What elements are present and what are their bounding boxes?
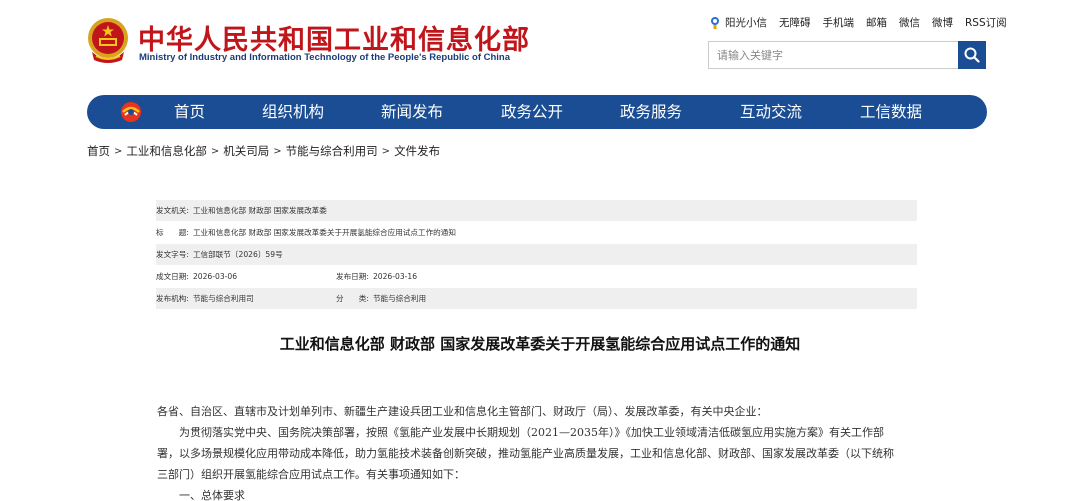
top-link-sunshine[interactable]: 阳光小信 xyxy=(725,15,767,30)
top-link-rss[interactable]: RSS订阅 xyxy=(965,15,1007,30)
article-paragraph-line-2: 署，以多场景规模化应用带动成本降低，助力氢能技术装备创新突破，推动氢能产业高质量… xyxy=(157,447,894,460)
breadcrumb-separator-icon: > xyxy=(114,145,123,157)
search-input[interactable] xyxy=(709,42,958,68)
breadcrumb-separator-icon: > xyxy=(273,145,282,157)
search-button[interactable] xyxy=(958,41,986,69)
meta-created-label: 成文日期: xyxy=(156,272,189,281)
meta-published-cell: 发布日期: 2026-03-16 xyxy=(336,271,417,282)
nav-organization[interactable]: 组织机构 xyxy=(262,95,324,129)
breadcrumb-ministry[interactable]: 工业和信息化部 xyxy=(126,143,207,159)
breadcrumb-departments[interactable]: 机关司局 xyxy=(223,143,269,159)
nav-gov-services[interactable]: 政务服务 xyxy=(620,95,682,129)
miit-logo-icon xyxy=(121,102,141,122)
article-heading-1: 一、总体要求 xyxy=(179,489,245,501)
meta-category-cell: 分 类: 节能与综合利用 xyxy=(336,293,426,304)
meta-org-label: 发布机构: xyxy=(156,294,189,303)
meta-issuer-label: 发文机关: xyxy=(156,206,189,215)
top-links: 阳光小信 无障碍 手机端 邮箱 微信 微博 RSS订阅 xyxy=(709,15,1007,30)
breadcrumb-documents[interactable]: 文件发布 xyxy=(394,143,440,159)
meta-row-docno: 发文字号: 工信部联节〔2026〕59号 xyxy=(156,244,917,266)
meta-published-label: 发布日期: xyxy=(336,272,369,281)
meta-title-value: 工业和信息化部 财政部 国家发展改革委关于开展氢能综合应用试点工作的通知 xyxy=(192,228,456,237)
meta-created-cell: 成文日期: 2026-03-06 xyxy=(156,271,336,282)
meta-row-org: 发布机构: 节能与综合利用司 分 类: 节能与综合利用 xyxy=(156,288,917,310)
meta-row-dates: 成文日期: 2026-03-06 发布日期: 2026-03-16 xyxy=(156,266,917,288)
nav-gov-affairs[interactable]: 政务公开 xyxy=(501,95,563,129)
search-box xyxy=(708,41,958,69)
nav-news[interactable]: 新闻发布 xyxy=(381,95,443,129)
meta-issuer-value: 工业和信息化部 财政部 国家发展改革委 xyxy=(192,206,327,215)
meta-docno-value: 工信部联节〔2026〕59号 xyxy=(192,250,283,259)
site-subtitle: Ministry of Industry and Information Tec… xyxy=(139,52,511,63)
article-salutation: 各省、自治区、直辖市及计划单列市、新疆生产建设兵团工业和信息化主管部门、财政厅（… xyxy=(157,405,768,418)
meta-category-label: 分 类: xyxy=(336,294,369,303)
sunshine-mascot-icon xyxy=(711,17,719,29)
meta-row-title: 标 题: 工业和信息化部 财政部 国家发展改革委关于开展氢能综合应用试点工作的通… xyxy=(156,222,917,244)
nav-home[interactable]: 首页 xyxy=(174,95,205,129)
top-link-mail[interactable]: 邮箱 xyxy=(866,15,887,30)
article-title: 工业和信息化部 财政部 国家发展改革委关于开展氢能综合应用试点工作的通知 xyxy=(279,335,801,353)
top-link-mobile[interactable]: 手机端 xyxy=(823,15,855,30)
main-nav: 首页 组织机构 新闻发布 政务公开 政务服务 互动交流 工信数据 xyxy=(87,95,987,129)
national-emblem-logo xyxy=(88,18,128,63)
article-paragraph-line-1: 为贯彻落实党中央、国务院决策部署，按照《氢能产业发展中长期规划（2021—203… xyxy=(179,426,884,439)
nav-data[interactable]: 工信数据 xyxy=(860,95,922,129)
breadcrumb-home[interactable]: 首页 xyxy=(87,143,110,159)
breadcrumb-separator-icon: > xyxy=(210,145,220,157)
meta-published-value: 2026-03-16 xyxy=(372,272,418,281)
meta-docno-label: 发文字号: xyxy=(156,250,189,259)
meta-title-label: 标 题: xyxy=(156,228,189,237)
nav-interaction[interactable]: 互动交流 xyxy=(740,95,802,129)
meta-row-issuer: 发文机关: 工业和信息化部 财政部 国家发展改革委 xyxy=(156,200,917,222)
breadcrumb-energy-dept[interactable]: 节能与综合利用司 xyxy=(286,143,378,159)
breadcrumb-separator-icon: > xyxy=(381,145,391,157)
meta-category-value: 节能与综合利用 xyxy=(372,294,427,303)
meta-org-cell: 发布机构: 节能与综合利用司 xyxy=(156,293,336,304)
meta-created-value: 2026-03-06 xyxy=(192,272,238,281)
top-link-wechat[interactable]: 微信 xyxy=(899,15,920,30)
meta-org-value: 节能与综合利用司 xyxy=(192,294,254,303)
document-meta-table: 发文机关: 工业和信息化部 财政部 国家发展改革委 标 题: 工业和信息化部 财… xyxy=(156,200,917,310)
breadcrumb: 首页 > 工业和信息化部 > 机关司局 > 节能与综合利用司 > 文件发布 xyxy=(87,143,440,159)
top-link-accessibility[interactable]: 无障碍 xyxy=(779,15,811,30)
top-link-weibo[interactable]: 微博 xyxy=(932,15,953,30)
article-paragraph-line-3: 三部门）组织开展氢能综合应用试点工作。有关事项通知如下： xyxy=(157,468,465,481)
search-icon xyxy=(964,47,980,63)
